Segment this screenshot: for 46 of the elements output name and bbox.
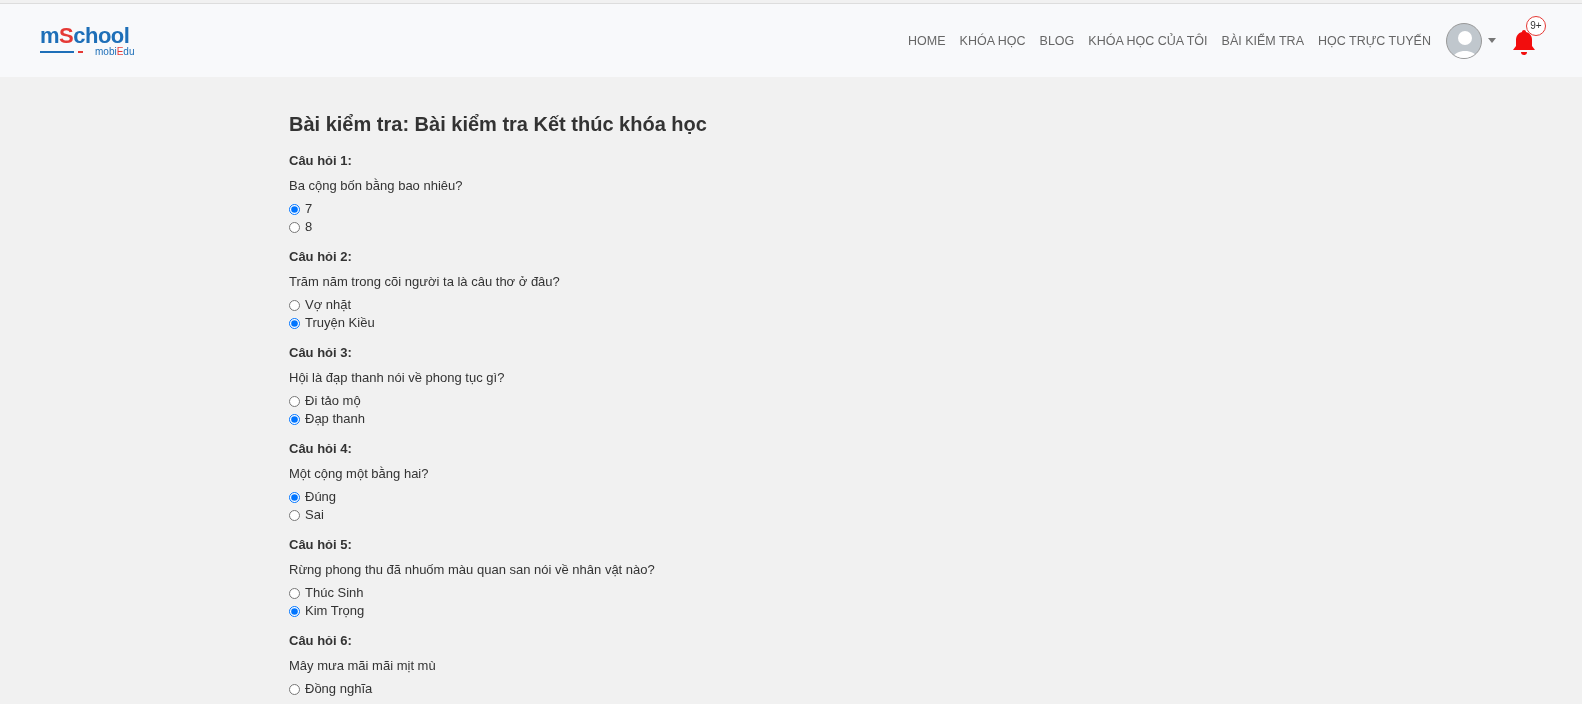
option-label[interactable]: Thúc Sinh <box>305 584 364 602</box>
option-label[interactable]: Đúng <box>305 488 337 506</box>
question-label: Câu hỏi 6: <box>289 632 353 650</box>
question-label: Câu hỏi 2: <box>289 248 353 266</box>
question-label: Câu hỏi 1: <box>289 152 353 170</box>
question-label: Câu hỏi 5: <box>289 536 353 554</box>
question-text: Trăm năm trong cõi người ta là câu thơ ở đâu? <box>289 273 561 291</box>
question-text: Rừng phong thu đã nhuốm màu quan san nói về nhân vật nào? <box>289 561 656 579</box>
radio-button[interactable] <box>289 509 300 521</box>
radio-button[interactable] <box>289 413 300 425</box>
question-label: Câu hỏi 3: <box>289 344 353 362</box>
option-label[interactable]: Đồng nghĩa <box>305 680 373 698</box>
option-label[interactable]: Vợ nhặt <box>305 296 352 314</box>
radio-button[interactable] <box>289 491 300 503</box>
avatar-icon[interactable] <box>1446 22 1482 59</box>
radio-button[interactable] <box>289 221 300 233</box>
option-label[interactable]: Đạp thanh <box>305 410 365 428</box>
question-text: Hội là đạp thanh nói về phong tục gì? <box>289 369 506 387</box>
radio-button[interactable] <box>289 683 300 695</box>
radio-button[interactable] <box>289 203 300 215</box>
nav-link[interactable]: KHÓA HỌC <box>952 31 1033 50</box>
option-label[interactable]: Sai <box>305 506 324 524</box>
logo[interactable]: mSchool mobiEdu <box>40 24 135 57</box>
question-text: Mây mưa mãi mãi mịt mù <box>289 657 437 675</box>
nav-link[interactable]: HOME <box>901 31 953 50</box>
question-text: Một cộng một bằng hai? <box>289 465 430 483</box>
option-label[interactable]: 8 <box>305 218 313 236</box>
bell-icon[interactable] <box>1512 28 1536 55</box>
question-label: Câu hỏi 4: <box>289 440 353 458</box>
nav-link[interactable]: HỌC TRỰC TUYẾN <box>1311 31 1438 50</box>
caret-icon[interactable] <box>1488 38 1496 43</box>
option-label[interactable]: Truyện Kiều <box>305 314 375 332</box>
radio-button[interactable] <box>289 587 300 599</box>
question-text: Ba cộng bốn bằng bao nhiêu? <box>289 177 464 195</box>
option-label[interactable]: Kim Trọng <box>305 602 365 620</box>
nav-link[interactable]: BLOG <box>1032 31 1082 50</box>
option-label[interactable]: 7 <box>305 200 313 218</box>
radio-button[interactable] <box>289 395 300 407</box>
page-title: Bài kiểm tra: Bài kiểm tra Kết thúc khóa học <box>289 112 708 137</box>
notification-badge: 9+ <box>1526 15 1546 36</box>
radio-button[interactable] <box>289 605 300 617</box>
radio-button[interactable] <box>289 299 300 311</box>
nav-link[interactable]: KHÓA HỌC CỦA TÔI <box>1081 31 1215 50</box>
radio-button[interactable] <box>289 317 300 329</box>
option-label[interactable]: Đi tảo mộ <box>305 392 361 410</box>
nav-link[interactable]: BÀI KIỂM TRA <box>1214 31 1311 50</box>
